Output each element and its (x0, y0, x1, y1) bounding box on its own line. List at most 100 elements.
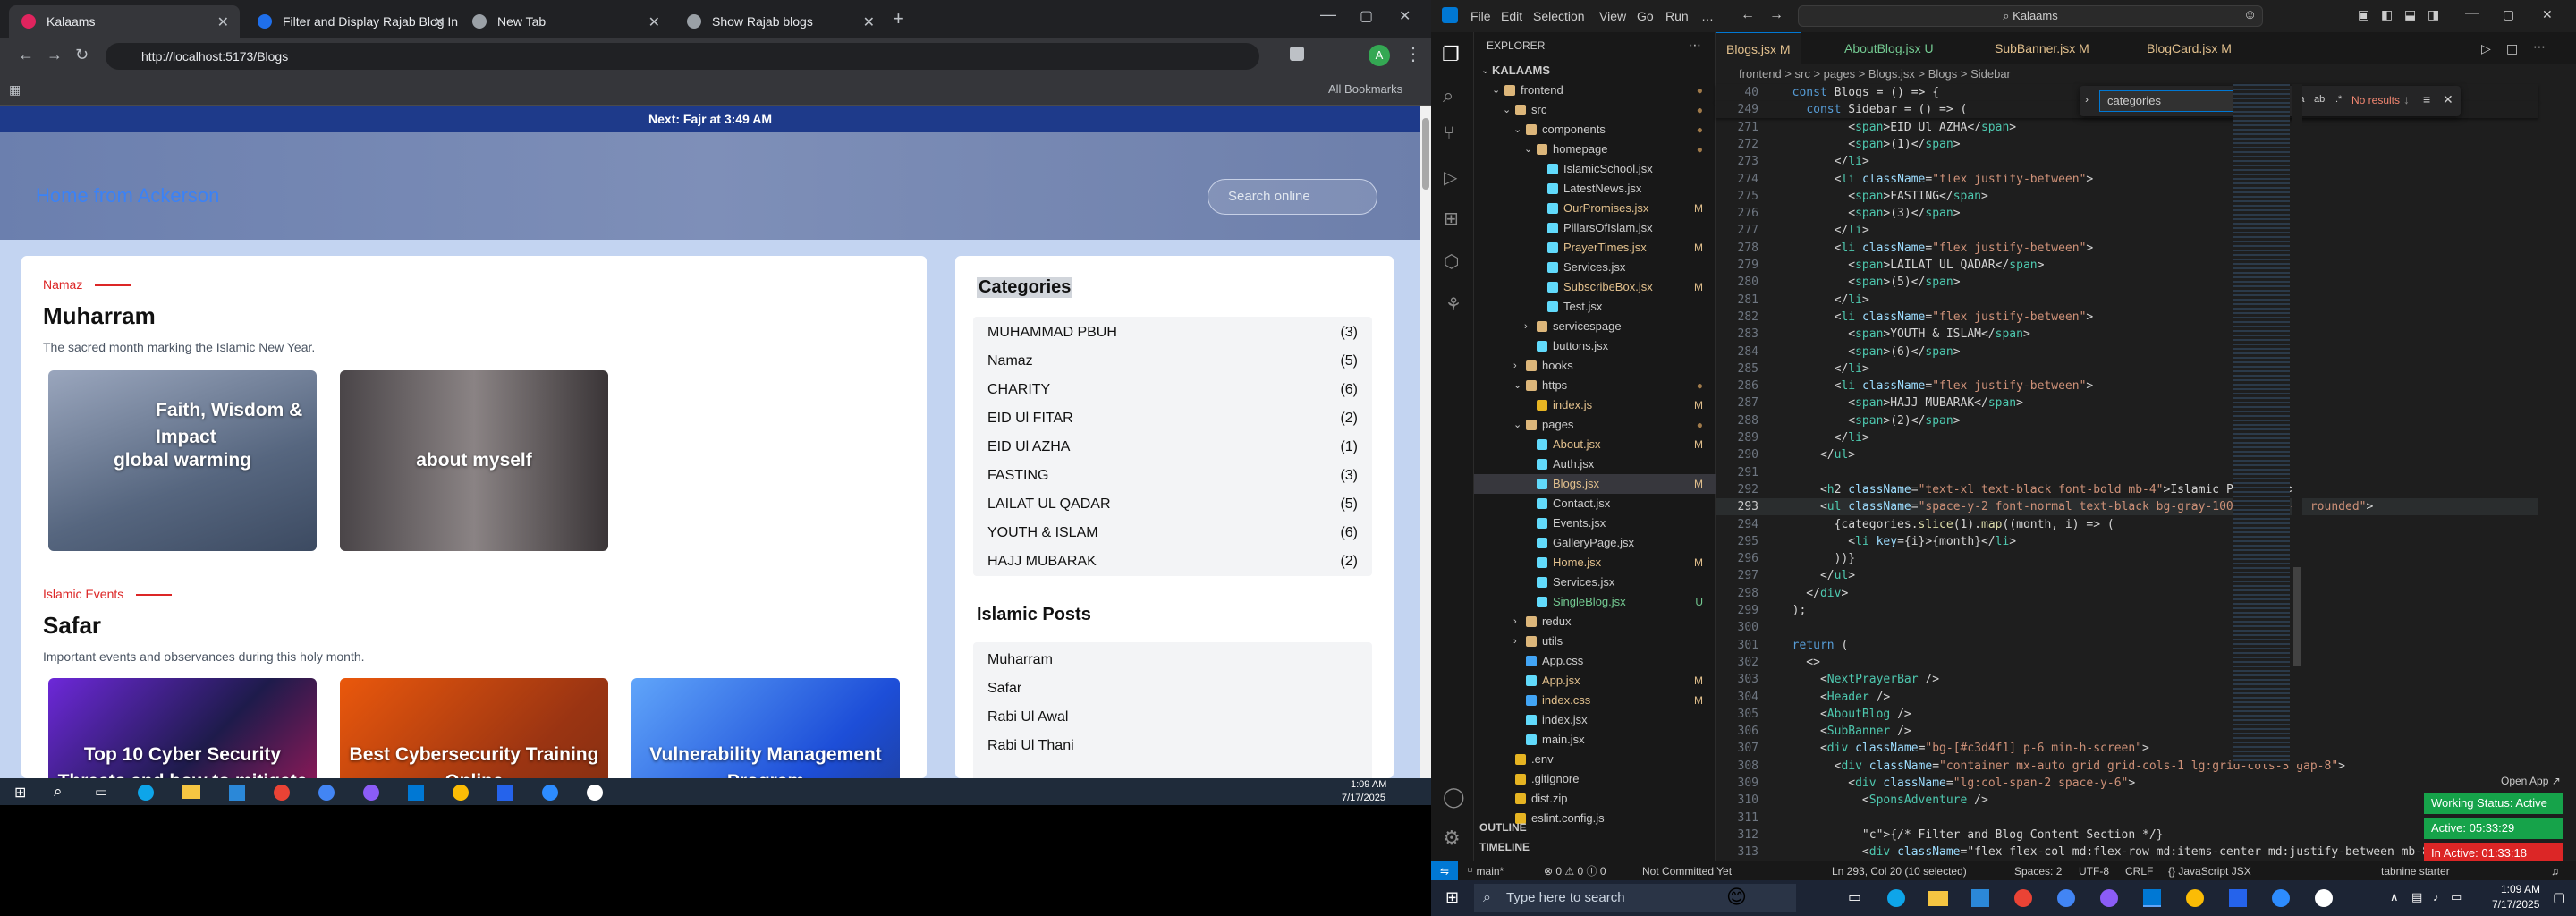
layout-icon[interactable]: ◧ (2381, 7, 2393, 22)
copilot-icon[interactable]: ☺ (2243, 7, 2257, 22)
editor-tab-blogs[interactable]: Blogs.jsx M (1716, 32, 1801, 64)
git-branch[interactable]: ⑂ main* (1467, 861, 1504, 881)
app-icon[interactable] (318, 785, 335, 801)
file-tree-item[interactable]: index.jsx (1474, 710, 1716, 730)
file-explorer-icon[interactable] (1928, 891, 1948, 906)
file-tree-item[interactable]: PillarsOfIslam.jsx (1474, 218, 1716, 238)
code-line[interactable]: 307 <div className="bg-[#c3d4f1] p-6 min… (1716, 740, 2538, 757)
category-item[interactable]: EID Ul AZHA (1) (973, 433, 1372, 462)
run-debug-icon[interactable]: ▷ (1444, 166, 1457, 189)
extension-icon[interactable] (1290, 47, 1304, 61)
file-tree-item[interactable]: ⌄ KALAAMS (1474, 61, 1716, 81)
editor-tab-subbanner[interactable]: SubBanner.jsx M (1984, 32, 2100, 64)
apps-grid-icon[interactable]: ▦ (9, 82, 21, 98)
code-line[interactable]: 313 <div className="flex flex-col md:fle… (1716, 844, 2538, 861)
site-search-input[interactable]: Search online (1208, 179, 1377, 215)
layout-icon[interactable]: ⬓ (2404, 7, 2416, 22)
post-item[interactable]: Safar (973, 674, 1372, 703)
outline-section[interactable]: OUTLINE (1479, 821, 1527, 834)
previous-match-icon[interactable]: ↑ (2382, 92, 2388, 106)
app-icon[interactable] (2057, 889, 2075, 907)
run-icon[interactable]: ▷ (2481, 41, 2491, 56)
code-line[interactable]: 293 <ul className="space-y-2 font-normal… (1716, 498, 2538, 516)
menu-go[interactable]: Go (1637, 9, 1654, 23)
code-line[interactable]: 299 ); (1716, 602, 2538, 619)
code-line[interactable]: 280 <span>(5)</span> (1716, 274, 2538, 291)
code-line[interactable]: 308 <div className="container mx-auto gr… (1716, 758, 2538, 775)
category-item[interactable]: MUHAMMAD PBUH (3) (973, 318, 1372, 347)
timeline-section[interactable]: TIMELINE (1479, 841, 1530, 853)
file-tree-item[interactable]: main.jsx (1474, 730, 1716, 750)
code-line[interactable]: 292 <h2 className="text-xl text-black fo… (1716, 481, 2538, 498)
menu-view[interactable]: View (1599, 9, 1626, 23)
file-tree-item[interactable]: ⌄ homepage ● (1474, 140, 1716, 159)
site-brand-link[interactable]: Home from Ackerson (36, 184, 219, 208)
editor-tab-aboutblog[interactable]: AboutBlog.jsx U (1834, 32, 1945, 64)
app-icon[interactable] (2315, 889, 2333, 907)
code-line[interactable]: 284 <span>(6)</span> (1716, 344, 2538, 360)
chrome-icon[interactable] (2014, 889, 2032, 907)
browser-tab-filter-rajab[interactable]: Filter and Display Rajab Blog In ✕ (245, 5, 458, 38)
code-line[interactable]: 287 <span>HAJJ MUBARAK</span> (1716, 394, 2538, 411)
code-line[interactable]: 309 <div className="lg:col-span-2 space-… (1716, 775, 2538, 792)
mongodb-leaf-icon[interactable]: ⚘ (1445, 293, 1462, 316)
encoding[interactable]: UTF-8 (2079, 861, 2109, 881)
taskbar-search-input[interactable]: ⌕ Type here to search (1474, 884, 1796, 912)
close-tab-icon[interactable]: ✕ (863, 13, 875, 31)
forward-arrow-icon[interactable]: → (47, 46, 63, 64)
code-line[interactable]: 277 </li> (1716, 222, 2538, 239)
account-icon[interactable]: ◯ (1443, 785, 1465, 809)
category-item[interactable]: YOUTH & ISLAM (6) (973, 519, 1372, 547)
file-tree-item[interactable]: App.css (1474, 651, 1716, 671)
code-line[interactable]: 281 </li> (1716, 292, 2538, 309)
file-tree-item[interactable]: Contact.jsx (1474, 494, 1716, 513)
layout-icon[interactable]: ◨ (2428, 7, 2439, 22)
post-item[interactable]: Muharram (973, 646, 1372, 674)
task-view-icon[interactable]: ▭ (95, 784, 107, 800)
file-tree-item[interactable]: GalleryPage.jsx (1474, 533, 1716, 553)
notifications-icon[interactable]: ▢ (2553, 889, 2565, 905)
next-match-icon[interactable]: ↓ (2403, 92, 2410, 106)
gear-icon[interactable]: ⚙ (1443, 827, 1461, 850)
file-tree-item[interactable]: IslamicSchool.jsx (1474, 159, 1716, 179)
layout-icon[interactable]: ▣ (2358, 7, 2369, 22)
vscode-icon[interactable] (408, 785, 424, 801)
page-scrollbar[interactable] (1420, 106, 1431, 778)
code-line[interactable]: 306 <SubBanner /> (1716, 723, 2538, 740)
menu-file[interactable]: File (1470, 9, 1491, 23)
file-tree-item[interactable]: OurPromises.jsx M (1474, 199, 1716, 218)
remote-indicator-icon[interactable]: ⇋ (1431, 861, 1458, 881)
reload-icon[interactable]: ↻ (75, 46, 89, 64)
category-item[interactable]: HAJJ MUBARAK (2) (973, 547, 1372, 576)
code-line[interactable]: 274 <li className="flex justify-between"… (1716, 171, 2538, 188)
vscode-icon[interactable] (2143, 889, 2161, 907)
code-line[interactable]: 289 </li> (1716, 429, 2538, 446)
scrollbar-thumb[interactable] (1422, 118, 1429, 190)
browser-tab-show-rajab[interactable]: Show Rajab blogs ✕ (674, 5, 886, 38)
blog-card[interactable]: Faith, Wisdom & Impact global warming (48, 370, 317, 551)
file-tree-item[interactable]: Home.jsx M (1474, 553, 1716, 572)
git-blame[interactable]: Not Committed Yet (1642, 861, 1732, 881)
file-tree-item[interactable]: .gitignore (1474, 769, 1716, 789)
github-icon[interactable] (363, 785, 379, 801)
category-item[interactable]: EID Ul FITAR (2) (973, 404, 1372, 433)
regex-icon[interactable]: .* (2335, 94, 2342, 105)
file-tree-item[interactable]: ⌄ src ● (1474, 100, 1716, 120)
more-menu-icon[interactable]: ⋮ (1404, 43, 1422, 65)
back-arrow-icon[interactable]: ← (18, 46, 34, 64)
file-tree-item[interactable]: ⌄ components ● (1474, 120, 1716, 140)
file-tree-item[interactable]: buttons.jsx (1474, 336, 1716, 356)
file-explorer-icon[interactable] (182, 785, 200, 799)
file-tree-item[interactable]: › hooks (1474, 356, 1716, 376)
close-tab-icon[interactable]: ✕ (217, 13, 229, 31)
line-ending[interactable]: CRLF (2125, 861, 2153, 881)
code-line[interactable]: 310 <SponsAdventure /> (1716, 792, 2538, 809)
chrome-icon[interactable] (2186, 889, 2204, 907)
file-tree-item[interactable]: SingleBlog.jsx U (1474, 592, 1716, 612)
split-editor-icon[interactable]: ◫ (2506, 41, 2518, 56)
file-tree-item[interactable]: Events.jsx (1474, 513, 1716, 533)
editor-scrollbar[interactable] (2292, 84, 2302, 764)
code-line[interactable]: 272 <span>(1)</span> (1716, 136, 2538, 153)
find-in-selection-icon[interactable]: ≡ (2423, 92, 2430, 106)
new-tab-plus-icon[interactable]: + (893, 7, 904, 30)
